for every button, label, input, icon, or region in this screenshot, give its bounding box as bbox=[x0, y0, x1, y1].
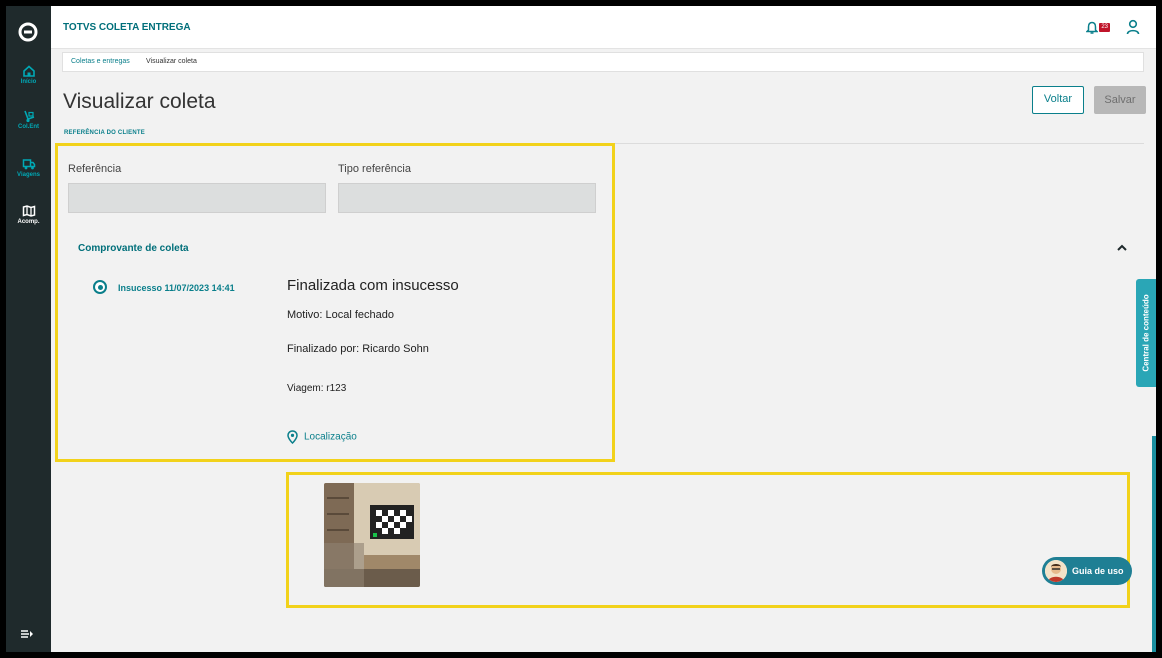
sidebar-item-acomp[interactable]: Acomp. bbox=[6, 204, 51, 226]
content-center-label: Central de conteúdo bbox=[1141, 294, 1151, 372]
app-window: Início Col.Ent Viagens Acomp. TOTVS COLE… bbox=[6, 6, 1156, 652]
dolly-icon bbox=[23, 110, 34, 123]
home-icon bbox=[22, 65, 35, 77]
sidebar-item-label: Acomp. bbox=[17, 219, 40, 225]
sidebar-item-inicio[interactable]: Início bbox=[6, 64, 51, 86]
back-button[interactable]: Voltar bbox=[1032, 86, 1084, 114]
bell-icon[interactable] bbox=[1086, 21, 1098, 35]
notification-badge[interactable]: 23 bbox=[1099, 23, 1110, 32]
map-icon bbox=[22, 205, 35, 217]
sidebar-item-col-ent[interactable]: Col.Ent bbox=[6, 109, 51, 131]
collapse-sidebar-icon[interactable] bbox=[20, 628, 34, 640]
truck-icon bbox=[22, 159, 35, 170]
avatar-person-icon bbox=[1045, 560, 1067, 582]
page-title: Visualizar coleta bbox=[63, 90, 216, 113]
sidebar: Início Col.Ent Viagens Acomp. bbox=[6, 6, 51, 652]
save-button[interactable]: Salvar bbox=[1094, 86, 1146, 114]
user-icon[interactable] bbox=[1126, 19, 1140, 35]
highlight-box-details bbox=[55, 143, 615, 462]
totvs-logo-icon[interactable] bbox=[18, 22, 38, 42]
chevron-up-icon[interactable] bbox=[1116, 243, 1128, 253]
sidebar-item-label: Viagens bbox=[17, 172, 40, 178]
sidebar-item-label: Início bbox=[20, 79, 37, 85]
breadcrumb-current: Visualizar coleta bbox=[146, 58, 197, 65]
usage-guide-button[interactable]: Guia de uso bbox=[1042, 557, 1132, 585]
app-title: TOTVS COLETA ENTREGA bbox=[63, 22, 191, 33]
breadcrumb-link-coletas[interactable]: Coletas e entregas bbox=[71, 58, 130, 65]
top-bar: TOTVS COLETA ENTREGA 23 bbox=[51, 6, 1156, 49]
content-center-tab[interactable]: Central de conteúdo bbox=[1136, 279, 1156, 387]
usage-guide-label: Guia de uso bbox=[1072, 566, 1124, 576]
sidebar-item-viagens[interactable]: Viagens bbox=[6, 157, 51, 179]
sidebar-item-label: Col.Ent bbox=[18, 124, 39, 130]
section-label-client-reference: REFERÊNCIA DO CLIENTE bbox=[64, 130, 145, 136]
highlight-box-photo bbox=[286, 472, 1130, 608]
right-edge-bar bbox=[1152, 436, 1156, 652]
breadcrumb: Coletas e entregas Visualizar coleta bbox=[62, 52, 1144, 72]
avatar bbox=[1045, 560, 1067, 582]
